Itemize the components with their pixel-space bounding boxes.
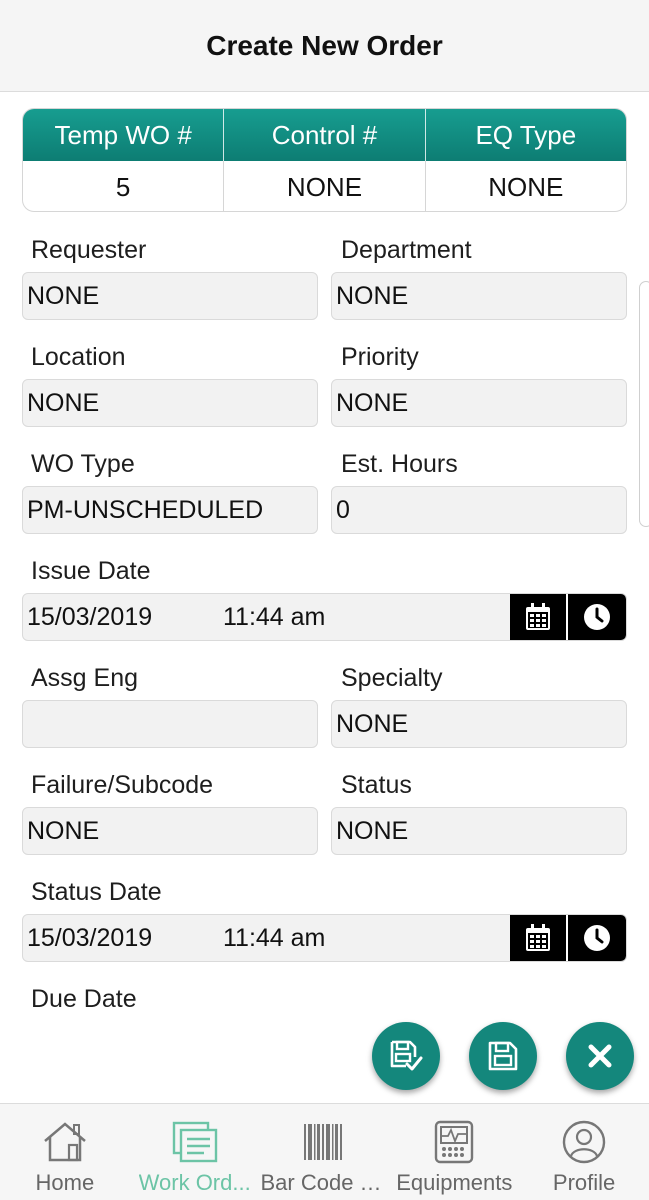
specialty-label: Specialty — [341, 664, 443, 692]
requester-field[interactable]: NONE — [22, 272, 318, 320]
submit-order-button[interactable] — [372, 1022, 440, 1090]
status-date-value: 15/03/2019 — [27, 923, 153, 952]
eq-type-header: EQ Type — [475, 119, 577, 150]
control-value: NONE — [224, 161, 426, 211]
nav-item-equipments[interactable]: Equipments — [389, 1104, 519, 1200]
issue-date-value: 15/03/2019 — [27, 602, 153, 631]
status-date-field[interactable]: 15/03/2019 11:44 am — [22, 914, 627, 962]
nav-item-home[interactable]: Home — [0, 1104, 130, 1200]
page-title: Create New Order — [206, 29, 443, 61]
clock-icon[interactable] — [568, 915, 626, 961]
calendar-icon[interactable] — [510, 915, 568, 961]
assg-eng-label: Assg Eng — [31, 664, 139, 692]
profile-icon — [562, 1120, 606, 1164]
summary-header-row: Temp WO # Control # EQ Type — [23, 109, 626, 161]
due-date-label: Due Date — [31, 985, 137, 1008]
est-hours-field[interactable]: 0 — [331, 486, 627, 534]
bottom-navigation: Home Work Ord... Bar Code S... Equipment… — [0, 1103, 649, 1200]
failure-field[interactable]: NONE — [22, 807, 318, 855]
nav-item-work-orders[interactable]: Work Ord... — [130, 1104, 260, 1200]
temp-wo-header: Temp WO # — [23, 109, 225, 161]
priority-field[interactable]: NONE — [331, 379, 627, 427]
failure-label: Failure/Subcode — [31, 771, 214, 799]
cancel-button[interactable] — [566, 1022, 634, 1090]
location-label: Location — [31, 343, 126, 371]
nav-label-barcode: Bar Code S... — [260, 1170, 389, 1195]
status-field[interactable]: NONE — [331, 807, 627, 855]
wo-type-label: WO Type — [31, 450, 135, 478]
order-summary-table: Temp WO # Control # EQ Type 5 NONE NONE — [22, 108, 627, 212]
work-orders-icon — [172, 1120, 218, 1164]
save-check-icon — [390, 1040, 423, 1071]
status-time-value: 11:44 am — [223, 923, 326, 952]
nav-item-barcode[interactable]: Bar Code S... — [260, 1104, 390, 1200]
summary-value-row: 5 NONE NONE — [23, 161, 626, 211]
issue-date-label: Issue Date — [31, 557, 151, 585]
department-field[interactable]: NONE — [331, 272, 627, 320]
est-hours-label: Est. Hours — [341, 450, 458, 478]
issue-date-field[interactable]: 15/03/2019 11:44 am — [22, 593, 627, 641]
app-header: Create New Order — [0, 0, 649, 92]
clock-icon[interactable] — [568, 594, 626, 640]
nav-label-equipments: Equipments — [396, 1170, 513, 1195]
status-label: Status — [341, 771, 412, 799]
equipment-monitor-icon — [432, 1120, 476, 1164]
temp-wo-value: 5 — [23, 161, 225, 211]
location-field[interactable]: NONE — [22, 379, 318, 427]
nav-label-home: Home — [35, 1170, 95, 1195]
save-icon — [488, 1041, 518, 1071]
department-label: Department — [341, 236, 472, 264]
status-date-label: Status Date — [31, 878, 162, 906]
calendar-icon[interactable] — [510, 594, 568, 640]
priority-label: Priority — [341, 343, 419, 371]
close-icon — [588, 1044, 612, 1068]
eq-type-value: NONE — [488, 171, 564, 202]
wo-type-field[interactable]: PM-UNSCHEDULED — [22, 486, 318, 534]
nav-label-work-orders: Work Ord... — [138, 1170, 251, 1195]
save-draft-button[interactable] — [469, 1022, 537, 1090]
issue-time-value: 11:44 am — [223, 602, 326, 631]
requester-label: Requester — [31, 236, 147, 264]
home-icon — [41, 1120, 89, 1164]
control-header: Control # — [224, 109, 426, 161]
barcode-icon — [302, 1120, 346, 1164]
assg-eng-field[interactable] — [22, 700, 318, 748]
order-form: Requester Department NONE NONE Location … — [0, 222, 649, 1008]
specialty-field[interactable]: NONE — [331, 700, 627, 748]
nav-label-profile: Profile — [552, 1170, 616, 1195]
nav-item-profile[interactable]: Profile — [519, 1104, 649, 1200]
